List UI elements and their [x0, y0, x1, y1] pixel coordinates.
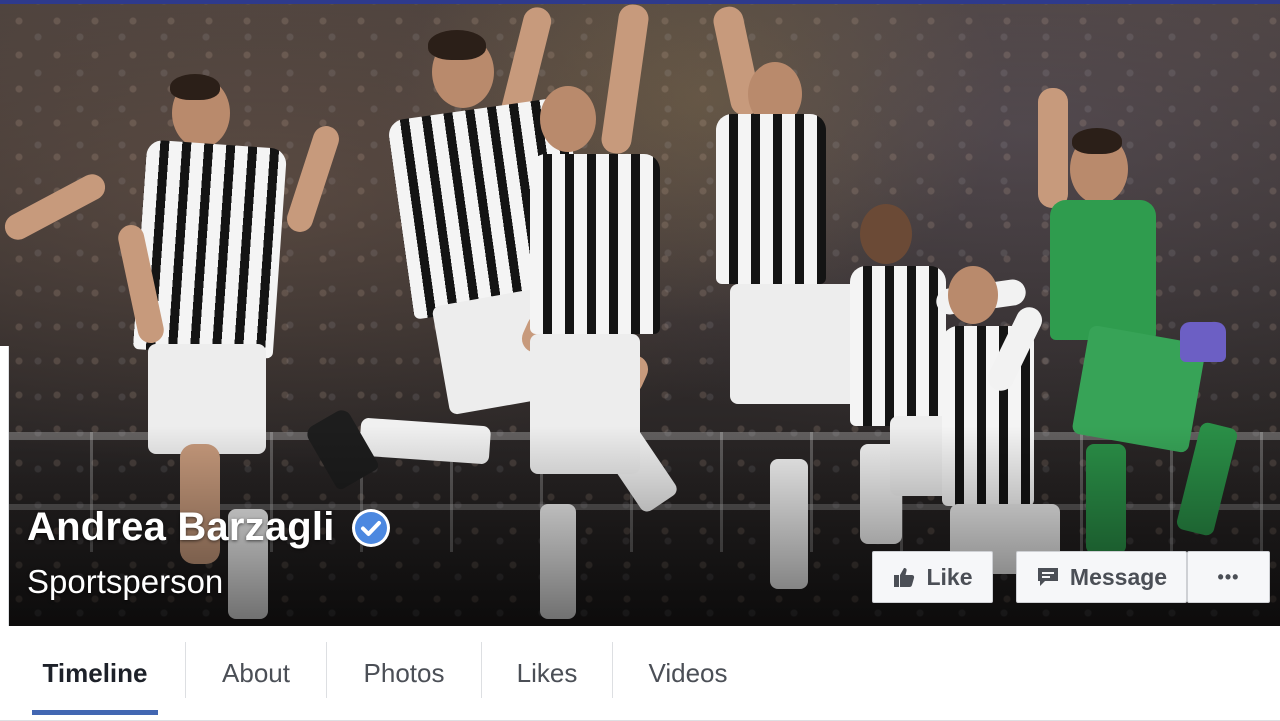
- like-button[interactable]: Like: [872, 551, 993, 603]
- profile-name-heading: Andrea Barzagli: [27, 505, 391, 550]
- thumbs-up-icon: [892, 565, 916, 589]
- tab-photos[interactable]: Photos: [327, 626, 481, 720]
- tab-label: About: [222, 657, 290, 688]
- profile-name[interactable]: Andrea Barzagli: [27, 505, 335, 550]
- tab-timeline[interactable]: Timeline: [32, 626, 158, 720]
- message-button-label: Message: [1069, 563, 1168, 590]
- tab-divider: [185, 642, 186, 698]
- tab-label: Photos: [363, 657, 445, 688]
- tab-label: Likes: [516, 657, 578, 688]
- tab-about[interactable]: About: [186, 626, 326, 720]
- like-button-label: Like: [926, 563, 973, 590]
- message-button[interactable]: Message: [1016, 551, 1187, 603]
- speech-bubble-icon: [1036, 565, 1060, 589]
- tab-divider: [481, 642, 482, 698]
- active-tab-indicator: [32, 710, 158, 715]
- profile-tabs: Timeline About Photos Likes Videos: [0, 626, 1280, 721]
- tab-label: Videos: [648, 657, 728, 688]
- tab-label: Timeline: [42, 657, 148, 688]
- verified-check-icon[interactable]: [351, 508, 391, 548]
- more-options-label: •••: [1217, 566, 1240, 587]
- tab-divider: [326, 642, 327, 698]
- more-options-button[interactable]: •••: [1187, 551, 1270, 603]
- profile-category: Sportsperson: [27, 563, 224, 600]
- tab-likes[interactable]: Likes: [482, 626, 612, 720]
- tab-divider: [612, 642, 613, 698]
- tab-videos[interactable]: Videos: [613, 626, 763, 720]
